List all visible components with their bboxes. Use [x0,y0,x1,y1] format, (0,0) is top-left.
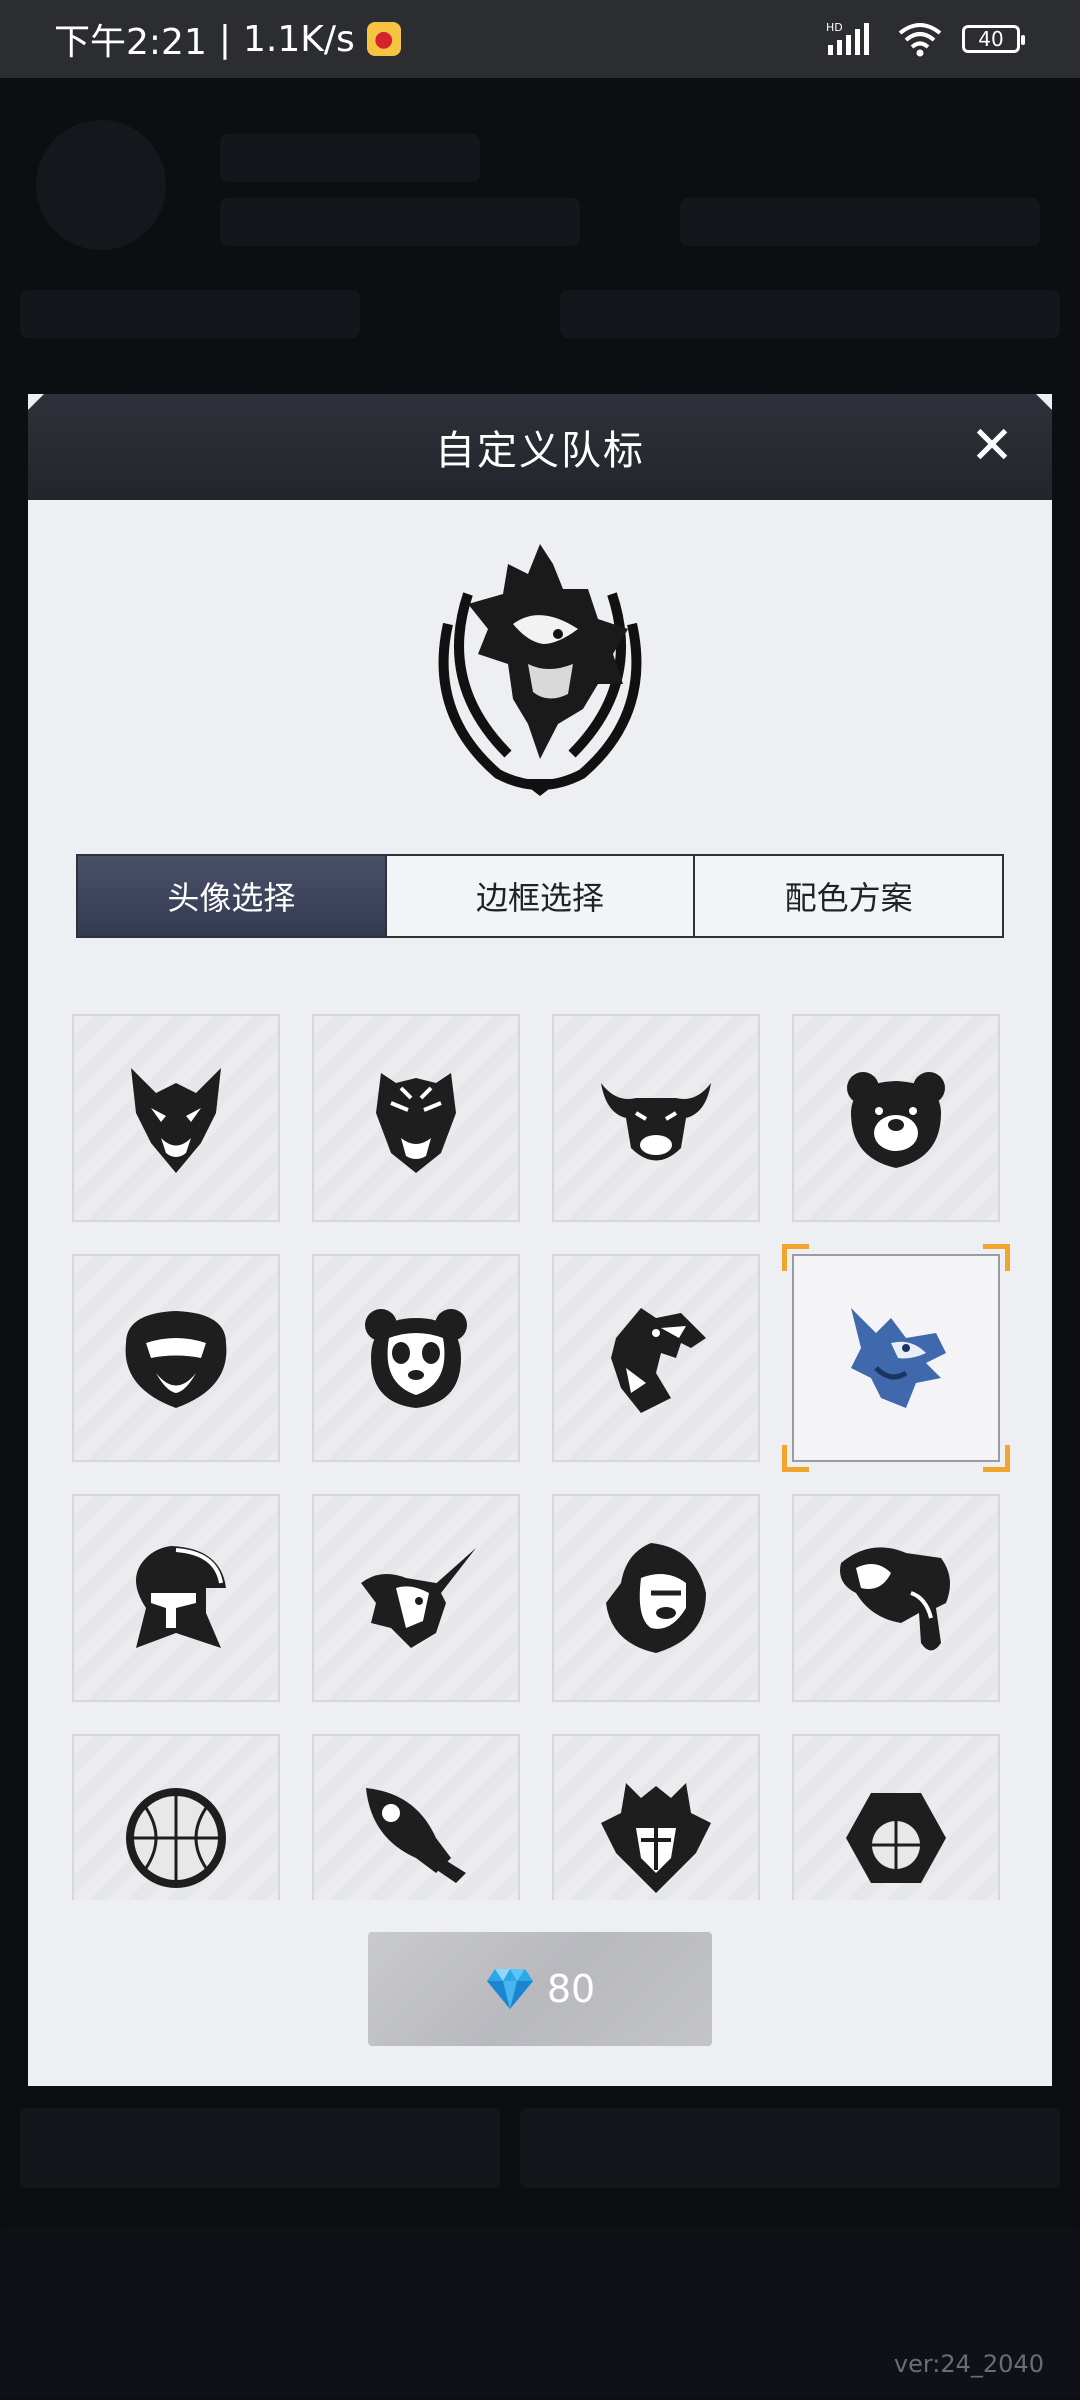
dialog-title: 自定义队标 [435,428,645,474]
avatar-option-panda[interactable] [312,1254,520,1462]
avatar-option-spartan[interactable] [72,1494,280,1702]
avatar-option-knight[interactable] [552,1734,760,1900]
tab-bar: 头像选择 边框选择 配色方案 [76,854,1004,938]
avatar-option-monkey[interactable] [72,1254,280,1462]
avatar-option-basketball[interactable] [72,1734,280,1900]
avatar-option-gorilla[interactable] [552,1494,760,1702]
tab-color-scheme[interactable]: 配色方案 [695,856,1002,936]
tab-label: 配色方案 [784,879,913,917]
tab-label: 边框选择 [476,879,605,917]
price-amount: 80 [546,1967,596,2011]
hd-label: HD [826,21,843,34]
selection-corner [782,1445,809,1472]
dragon-icon [851,1308,946,1408]
avatar-option-elephant[interactable] [792,1494,1000,1702]
selection-corner [983,1244,1010,1271]
close-button[interactable]: ✕ [968,420,1016,472]
unicorn-icon [361,1548,476,1648]
bear-icon [847,1072,945,1168]
close-icon: ✕ [970,416,1014,476]
purchase-button[interactable]: 80 [368,1932,712,2046]
background-row [220,134,480,182]
avatar-grid [72,1014,1012,1900]
tiger-icon [376,1073,456,1173]
tab-avatar-select[interactable]: 头像选择 [78,856,387,936]
selection-corner [983,1445,1010,1472]
dialog-header: 自定义队标 ✕ [28,394,1052,500]
background-row [680,198,1040,246]
avatar-option-rocket[interactable] [312,1734,520,1900]
tab-frame-select[interactable]: 边框选择 [387,856,696,936]
gorilla-icon [606,1543,706,1653]
avatar-option-bull[interactable] [552,1014,760,1222]
wolf-icon [131,1068,221,1173]
custom-team-logo-dialog: 自定义队标 ✕ 头像选择 边框选择 配色方案 80 [28,394,1052,2086]
weibo-icon: ● [366,22,401,56]
eagle-icon [611,1308,706,1413]
avatar-option-unicorn[interactable] [312,1494,520,1702]
version-label: ver:24_2040 [893,2350,1044,2378]
panda-icon [365,1309,467,1408]
status-left: 下午2:21 | 1.1K/s ● [54,0,401,78]
battery-icon: 40 [962,25,1025,53]
network-speed: 1.1K/s [242,18,355,60]
dragon-crest-icon [438,544,642,796]
monkey-icon [125,1311,227,1408]
background-avatar [36,120,166,250]
status-bar: 下午2:21 | 1.1K/s ● HD 40 [0,0,1080,78]
background-row [20,290,360,338]
status-right: HD 40 [826,0,1025,78]
status-separator: | [218,18,231,60]
diamond-icon [486,1969,533,2009]
wifi-icon [898,23,942,57]
status-time: 下午2:21 [54,22,207,63]
background-row [560,290,1060,338]
background-row [220,198,580,246]
hexagon-basketball-icon [846,1793,946,1883]
bull-icon [601,1083,711,1161]
basketball-icon [126,1788,226,1888]
background-row [520,2108,1060,2188]
signal-icon: HD [826,21,869,55]
battery-level: 40 [978,27,1004,51]
avatar-option-eagle[interactable] [552,1254,760,1462]
elephant-icon [840,1547,950,1651]
rocket-icon [366,1788,466,1883]
avatar-option-tiger[interactable] [312,1014,520,1222]
knight-helmet-icon [601,1783,711,1893]
background-row [20,2108,500,2188]
avatar-option-wolf[interactable] [72,1014,280,1222]
avatar-option-dragon[interactable] [782,1244,1010,1472]
spartan-helmet-icon [136,1546,226,1648]
selection-corner [782,1244,809,1271]
avatar-option-bear[interactable] [792,1014,1000,1222]
tab-label: 头像选择 [167,879,296,917]
avatar-option-hexagon-ball[interactable] [792,1734,1000,1900]
